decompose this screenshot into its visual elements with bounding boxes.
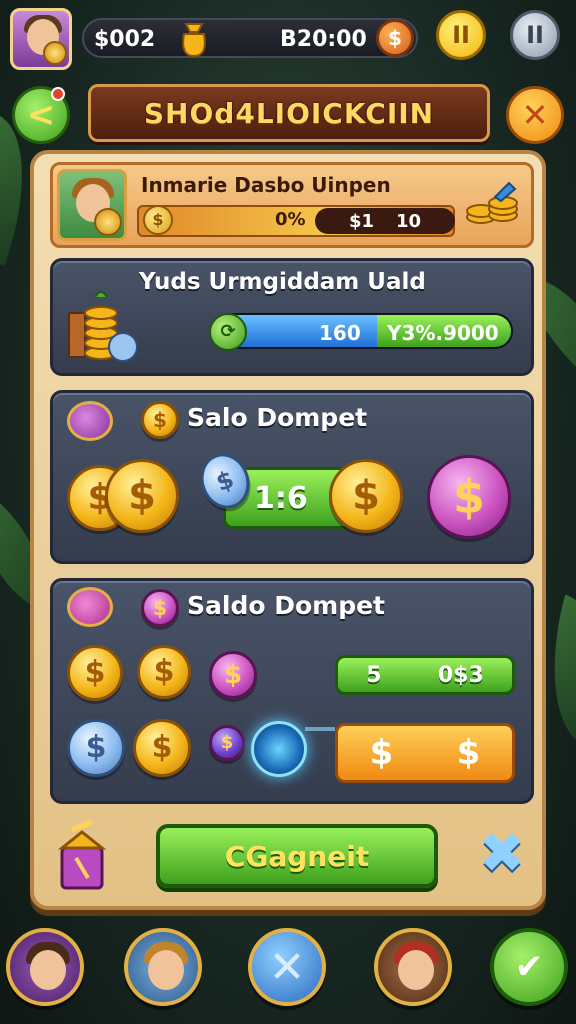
buy-button[interactable]: $ $ [335,723,515,783]
top-bar: $002 B20:00 $ II II [8,6,568,70]
dollar-coin-icon: $ [133,719,191,777]
refresh-icon[interactable]: ⟳ [209,313,247,351]
money-bag-icon [182,23,206,58]
profile-avatar[interactable] [57,169,127,241]
menu-icon: II [526,21,544,49]
profile-percent: 0% [275,209,306,230]
nav-avatar-2[interactable] [124,928,202,1006]
coin-stack-icon [68,291,138,362]
coin-balance: $002 [94,27,156,52]
profile-cash-value: 10 [396,210,422,232]
dollar-coin-icon: $ [329,459,403,533]
coin-icon [43,41,67,65]
wallet-card-1-title: Salo Dompet [187,403,368,432]
collect-button[interactable]: CGagneit [156,824,438,888]
avatar-face [398,950,434,990]
balance-pill[interactable]: 5 0$3 [335,655,515,695]
ticket-icon [67,401,113,441]
shop-panel: Inmarie Dasbo Uinpen $ 0% $1 10 Yuds Urm… [30,150,546,910]
close-icon: ✕ [268,941,306,993]
coin-pile-icon [466,181,518,224]
timer-value: B20:00 [280,27,367,52]
profile-cash: $1 10 [315,208,455,234]
player-avatar[interactable] [10,8,72,70]
profile-name: Inmarie Dasbo Uinpen [141,173,391,197]
nav-confirm-button[interactable]: ✔ [490,928,568,1006]
dollar-coin-icon: $ [141,401,179,439]
treasure-chest-icon [57,819,107,890]
back-button[interactable]: < [12,86,70,144]
wallet-card-1: $ Salo Dompet $ $ 1:6 $ $ $ [50,390,534,564]
purple-gem-coin-icon[interactable]: $ [427,455,511,539]
dollar-coin-icon: $ [143,205,173,235]
currency-strip: $002 B20:00 $ [82,18,418,58]
progress-target: Y3%.9000 [387,321,499,345]
pause-button[interactable]: II [436,10,486,60]
check-icon: ✔ [514,947,544,987]
profile-cash-label: $1 [348,210,374,232]
dollar-icon: $ [369,733,394,773]
treasure-orb-icon[interactable] [251,721,307,777]
pink-coin-icon: $ [209,651,257,699]
nav-avatar-3[interactable] [374,928,452,1006]
dollar-coin-icon: $ [137,645,191,699]
nav-close-button[interactable]: ✕ [248,928,326,1006]
ticket-icon [67,587,113,627]
title-plate: SHOd4LIOICKCIIN [88,84,490,142]
exchange-rate-label: 1:6 [254,480,308,516]
coin-icon [94,208,122,236]
violet-coin-icon: $ [209,725,245,761]
dollar-icon: $ [456,733,481,773]
progress-value: 160 [319,321,361,345]
dollar-coin-icon: $ [105,459,179,533]
wallet-card-2: $ Saldo Dompet $ $ $ 5 0$3 $ $ $ $ $ [50,578,534,804]
menu-button[interactable]: II [510,10,560,60]
avatar-face [30,950,66,990]
nav-avatar-1[interactable] [6,928,84,1006]
balance-pill-right: 0$3 [437,662,484,688]
balance-pill-left: 5 [366,662,382,688]
wallet-card-2-title: Saldo Dompet [187,591,385,620]
close-button[interactable]: ✕ [506,86,564,144]
pause-icon: II [452,21,470,49]
profile-card: Inmarie Dasbo Uinpen $ 0% $1 10 [50,162,534,248]
page-title: SHOd4LIOICKCIIN [143,96,435,130]
close-icon: ✕ [521,96,549,134]
daily-reward-card: Yuds Urmgiddam Uald 160 Y3%.9000 ⟳ [50,258,534,376]
pink-coin-icon: $ [141,589,179,627]
daily-card-title: Yuds Urmgiddam Uald [139,269,426,295]
dollar-coin-icon: $ [67,645,123,701]
chevron-left-icon: < [26,95,56,135]
glow-trail [305,727,335,731]
orange-coin-icon[interactable]: $ [376,19,414,57]
blue-coin-icon: $ [67,719,125,777]
x-decoration-icon: ✖ [478,821,526,886]
daily-progress-bar: 160 Y3%.9000 [213,313,513,349]
avatar-face [148,950,184,990]
notification-dot [51,87,65,101]
collect-button-label: CGagneit [224,839,370,873]
